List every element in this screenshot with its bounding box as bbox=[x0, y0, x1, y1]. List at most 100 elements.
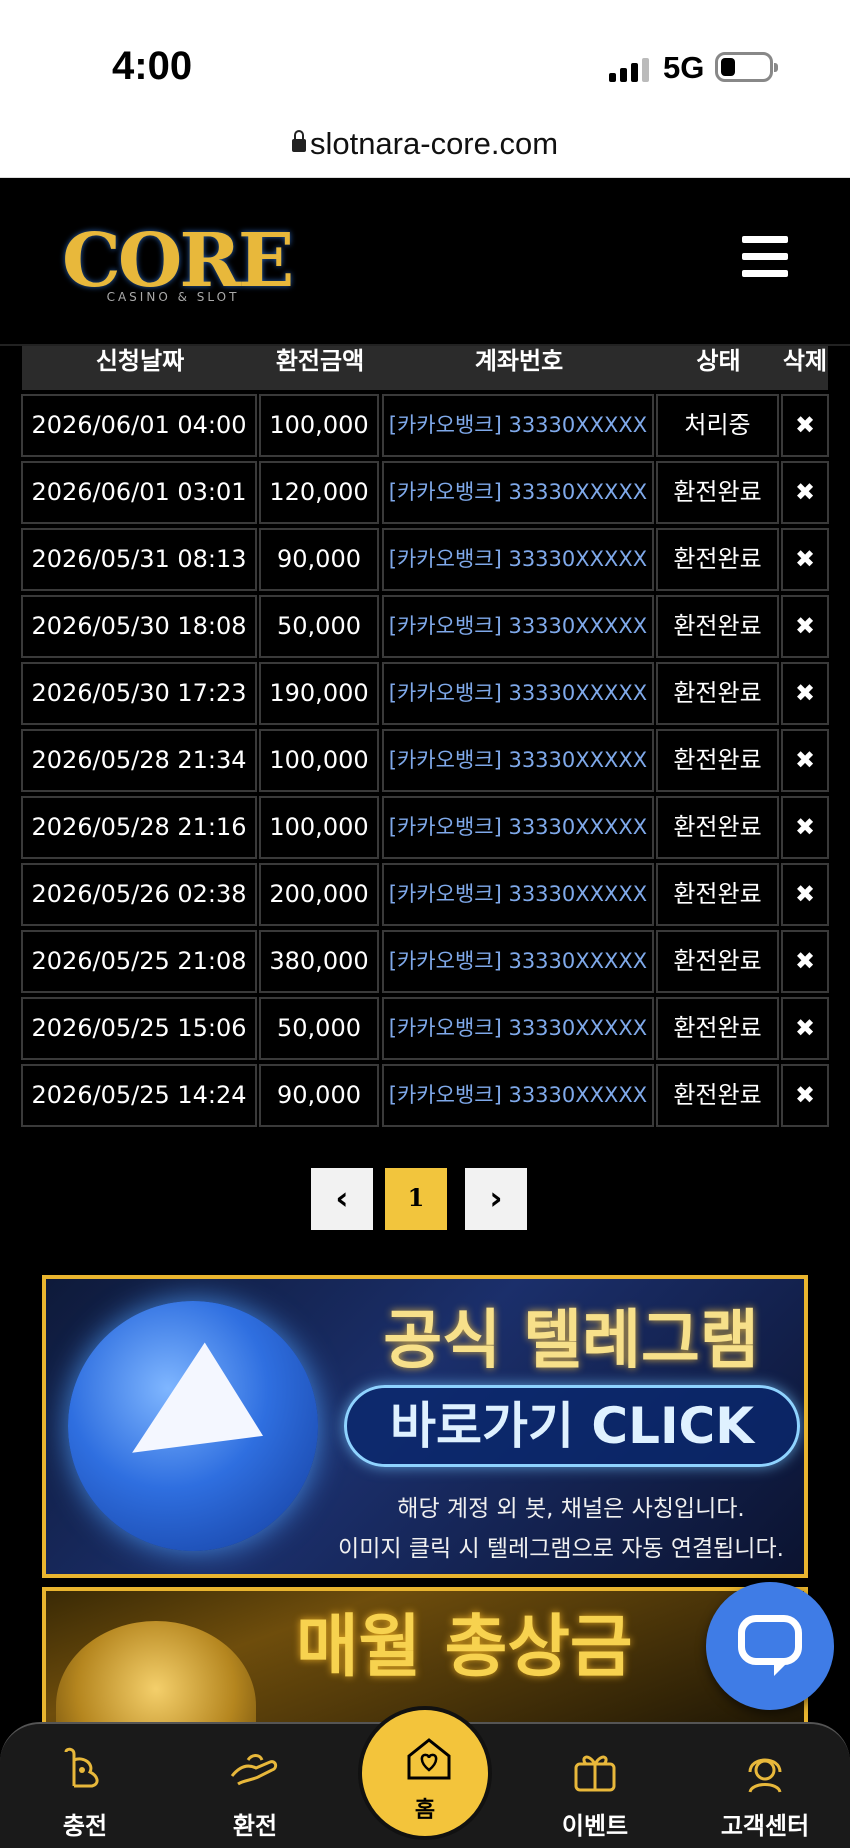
close-icon: ✖ bbox=[794, 1081, 816, 1109]
delete-button[interactable]: ✖ bbox=[781, 662, 829, 725]
row-status: 환전완료 bbox=[656, 595, 779, 658]
row-status: 환전완료 bbox=[656, 528, 779, 591]
nav-exchange[interactable]: 환전 bbox=[190, 1724, 320, 1848]
table-row: 2026/05/31 08:13 90,000 [카카오뱅크] 33330XXXXX… bbox=[21, 528, 829, 595]
row-date: 2026/05/28 21:16 bbox=[21, 796, 257, 859]
close-icon: ✖ bbox=[794, 612, 816, 640]
row-status: 처리중 bbox=[656, 394, 779, 457]
table-row: 2026/05/28 21:34 100,000 [카카오뱅크] 33330XXXX… bbox=[21, 729, 829, 796]
row-account: [카카오뱅크] 33330XXXXX bbox=[382, 595, 654, 658]
row-status: 환전완료 bbox=[656, 863, 779, 926]
charge-icon bbox=[64, 1747, 99, 1788]
row-amount: 90,000 bbox=[259, 1064, 379, 1127]
row-date: 2026/06/01 04:00 bbox=[21, 394, 257, 457]
status-time: 4:00 bbox=[112, 44, 193, 88]
row-date: 2026/05/25 15:06 bbox=[21, 997, 257, 1060]
logo-text: CORE bbox=[62, 218, 294, 304]
close-icon: ✖ bbox=[794, 746, 816, 774]
col-delete: 삭제 bbox=[782, 347, 828, 375]
nav-charge[interactable]: 충전 bbox=[20, 1724, 150, 1848]
url-text: slotnara-core.com bbox=[309, 126, 559, 161]
delete-button[interactable]: ✖ bbox=[781, 1064, 829, 1127]
row-account: [카카오뱅크] 33330XXXXX bbox=[382, 863, 654, 926]
chat-button[interactable] bbox=[706, 1582, 834, 1710]
row-date: 2026/05/25 14:24 bbox=[21, 1064, 257, 1127]
network-label: 5G bbox=[663, 50, 705, 85]
site-header: CORE CASINO & SLOT bbox=[0, 178, 850, 346]
col-date: 신청날짜 bbox=[95, 347, 185, 375]
row-amount: 100,000 bbox=[259, 729, 379, 792]
delete-button[interactable]: ✖ bbox=[781, 930, 829, 993]
col-status: 상태 bbox=[696, 347, 741, 375]
close-icon: ✖ bbox=[794, 478, 816, 506]
delete-button[interactable]: ✖ bbox=[781, 729, 829, 792]
exchange-icon bbox=[230, 1754, 278, 1786]
row-date: 2026/05/26 02:38 bbox=[21, 863, 257, 926]
delete-button[interactable]: ✖ bbox=[781, 528, 829, 591]
delete-button[interactable]: ✖ bbox=[781, 796, 829, 859]
prev-page-button[interactable]: ‹ bbox=[311, 1168, 373, 1230]
close-icon: ✖ bbox=[794, 947, 816, 975]
table-row: 2026/06/01 03:01 120,000 [카카오뱅크] 33330XXXX… bbox=[21, 461, 829, 528]
row-date: 2026/05/31 08:13 bbox=[21, 528, 257, 591]
row-account: [카카오뱅크] 33330XXXXX bbox=[382, 394, 654, 457]
row-amount: 200,000 bbox=[259, 863, 379, 926]
row-status: 환전완료 bbox=[656, 662, 779, 725]
table-row: 2026/05/25 14:24 90,000 [카카오뱅크] 33330XXXXX… bbox=[21, 1064, 829, 1131]
close-icon: ✖ bbox=[794, 813, 816, 841]
col-account: 계좌번호 bbox=[474, 347, 564, 375]
delete-button[interactable]: ✖ bbox=[781, 461, 829, 524]
exchange-history-table: 2026/06/01 04:00 100,000 [카카오뱅크] 33330XXXX… bbox=[21, 394, 829, 1131]
delete-button[interactable]: ✖ bbox=[781, 394, 829, 457]
signal-icon bbox=[609, 58, 651, 82]
col-amount: 환전금액 bbox=[275, 347, 365, 375]
nav-charge-label: 충전 bbox=[62, 1812, 108, 1840]
telegram-notice-2: 이미지 클릭 시 텔레그램으로 자동 연결됩니다. bbox=[338, 1536, 784, 1562]
table-row: 2026/05/30 17:23 190,000 [카카오뱅크] 33330XXXX… bbox=[21, 662, 829, 729]
nav-exchange-label: 환전 bbox=[232, 1812, 278, 1840]
row-amount: 120,000 bbox=[259, 461, 379, 524]
table-row: 2026/06/01 04:00 100,000 [카카오뱅크] 33330XXXX… bbox=[21, 394, 829, 461]
table-row: 2026/05/30 18:08 50,000 [카카오뱅크] 33330XXXXX… bbox=[21, 595, 829, 662]
row-amount: 50,000 bbox=[259, 997, 379, 1060]
delete-button[interactable]: ✖ bbox=[781, 997, 829, 1060]
gift-icon bbox=[574, 1755, 616, 1792]
lock-icon bbox=[291, 130, 306, 152]
battery-icon bbox=[715, 52, 778, 82]
close-icon: ✖ bbox=[794, 1014, 816, 1042]
row-amount: 100,000 bbox=[259, 394, 379, 457]
telegram-banner[interactable]: 공식 텔레그램 바로가기 CLICK 해당 계정 외 봇, 채널은 사칭입니다.… bbox=[42, 1275, 808, 1578]
table-row: 2026/05/25 21:08 380,000 [카카오뱅크] 33330XXXX… bbox=[21, 930, 829, 997]
core-logo[interactable]: CORE CASINO & SLOT bbox=[62, 218, 294, 306]
row-amount: 380,000 bbox=[259, 930, 379, 993]
row-account: [카카오뱅크] 33330XXXXX bbox=[382, 662, 654, 725]
page: 4:00 5G slotnara-core.com CORE CASINO & … bbox=[0, 0, 850, 1848]
home-heart-icon bbox=[407, 1738, 451, 1780]
nav-event-label: 이벤트 bbox=[561, 1812, 629, 1840]
telegram-click-button[interactable]: 바로가기 CLICK bbox=[344, 1385, 800, 1467]
table-row: 2026/05/25 15:06 50,000 [카카오뱅크] 33330XXXXX… bbox=[21, 997, 829, 1064]
current-page-button[interactable]: 1 bbox=[385, 1168, 447, 1230]
row-account: [카카오뱅크] 33330XXXXX bbox=[382, 729, 654, 792]
row-account: [카카오뱅크] 33330XXXXX bbox=[382, 461, 654, 524]
telegram-notice-1: 해당 계정 외 봇, 채널은 사칭입니다. bbox=[397, 1496, 745, 1522]
delete-button[interactable]: ✖ bbox=[781, 595, 829, 658]
close-icon: ✖ bbox=[794, 545, 816, 573]
row-status: 환전완료 bbox=[656, 997, 779, 1060]
row-status: 환전완료 bbox=[656, 796, 779, 859]
nav-home-button[interactable]: 홈 bbox=[358, 1706, 492, 1840]
next-page-button[interactable]: › bbox=[465, 1168, 527, 1230]
table-header: 신청날짜 환전금액 계좌번호 상태 삭제 bbox=[22, 346, 828, 390]
delete-button[interactable]: ✖ bbox=[781, 863, 829, 926]
chat-bubble-icon bbox=[738, 1615, 802, 1665]
close-icon: ✖ bbox=[794, 880, 816, 908]
nav-event[interactable]: 이벤트 bbox=[530, 1724, 660, 1848]
pagination: ‹ 1 › bbox=[0, 1168, 850, 1230]
row-account: [카카오뱅크] 33330XXXXX bbox=[382, 997, 654, 1060]
table-row: 2026/05/28 21:16 100,000 [카카오뱅크] 33330XXXX… bbox=[21, 796, 829, 863]
hamburger-menu-icon[interactable] bbox=[742, 236, 788, 278]
nav-home-label: 홈 bbox=[414, 1798, 436, 1823]
nav-support[interactable]: 고객센터 bbox=[700, 1724, 830, 1848]
row-account: [카카오뱅크] 33330XXXXX bbox=[382, 796, 654, 859]
address-bar[interactable]: slotnara-core.com bbox=[0, 110, 850, 178]
